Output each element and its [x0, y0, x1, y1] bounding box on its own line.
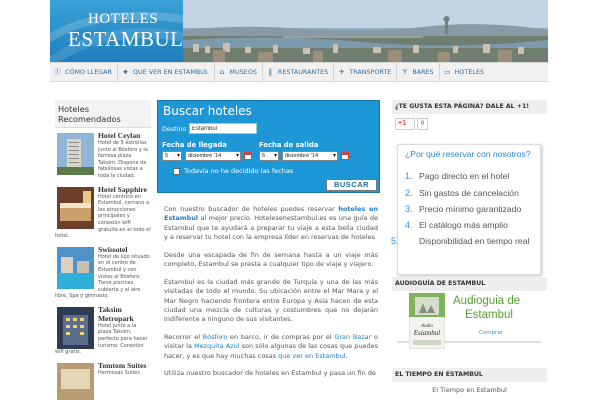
nav-item-label: Museos [229, 68, 257, 76]
why-item-number: 1. [405, 171, 413, 181]
recommended-hotels-title: Hoteles Recomendados [55, 100, 151, 128]
why-item-number: 3. [405, 204, 413, 214]
audioguide-widget[interactable]: Audio Estambul Audioguia de Estambul Com… [397, 289, 541, 367]
nav-item-que-ver[interactable]: ★ Que ver en Estambul [118, 63, 215, 81]
site-logo[interactable]: HOTELES ESTAMBUL [50, 0, 183, 62]
hotel-taksim-metropark-image [57, 306, 94, 349]
plane-icon: ✈ [338, 67, 345, 76]
museum-icon: ⌂ [219, 67, 225, 76]
why-item-number: 5. [391, 236, 399, 246]
llegada-label: Fecha de llegada [162, 141, 227, 149]
why-item: 4. El catálogo más amplio [405, 220, 508, 230]
hotel-swissotel-image [57, 246, 94, 289]
header-city-photo [183, 0, 548, 62]
logo-line2: ESTAMBUL [68, 27, 184, 51]
calendar-icon[interactable] [244, 152, 252, 160]
paragraph: Desde una escapada de fin de semana hast… [164, 250, 378, 269]
hotel-card[interactable]: Hotel Ceylan Hotel de 5 estrellas junto … [55, 128, 151, 182]
why-item-text: Precio mínimo garantizado [419, 204, 522, 214]
no-dates-label: Todavía no he decidido las fechas [184, 167, 294, 175]
star-icon: ★ [122, 67, 129, 76]
weather-link[interactable]: El Tiempo en Estambul [392, 386, 547, 394]
nav-item-label: Transporte [349, 68, 392, 76]
hotel-card[interactable]: Hotel Sapphire Hotel céntrico en Estambu… [55, 182, 151, 242]
why-book-box: ¿Por qué reservar con nosotros? 1. Pago d… [391, 144, 541, 275]
why-item-number: 4. [405, 220, 413, 230]
info-icon: ⓘ [54, 67, 61, 76]
gplus-count: 0 [417, 118, 428, 130]
text-span: Con nuestro buscador de hoteles puedes r… [164, 205, 339, 213]
no-dates-checkbox[interactable] [173, 168, 180, 175]
nav-item-label: Bares [412, 68, 434, 76]
bed-icon: ▭ [443, 67, 451, 76]
hotel-card[interactable]: Taksim Metropark Hotel junto a la plaza … [55, 302, 151, 358]
audioguide-cover-image: Audio Estambul [409, 293, 445, 349]
salida-month-select[interactable]: diciembre '14 [282, 151, 338, 161]
hotel-tomtom-suites-image [57, 362, 94, 400]
calendar-icon[interactable] [341, 152, 349, 160]
nav-item-label: Que ver en Estambul [133, 68, 209, 76]
nav-item-label: Cómo llegar [65, 68, 112, 76]
why-book-title: ¿Por qué reservar con nosotros? [405, 149, 531, 159]
cover-title-line2: Estambul [413, 329, 441, 337]
why-item: 2. Sin gastos de cancelación [405, 188, 519, 198]
search-button[interactable]: BUSCAR [326, 179, 377, 191]
paragraph: Recorrer el Bósforo en barco, ir de comp… [164, 333, 378, 361]
hotel-card[interactable]: Swissotel Hotel de lujo situado en el ce… [55, 242, 151, 302]
paragraph: Estambul es la ciudad más grande de Turq… [164, 277, 378, 324]
bosforo-link[interactable]: Bósforo [203, 333, 228, 341]
text-span: en barco, ir de compras por el [227, 333, 335, 342]
why-item: 3. Precio mínimo garantizado [405, 204, 521, 214]
why-item-text: Pago directo en el hotel [419, 171, 510, 181]
nav-item-hoteles[interactable]: ▭ Hoteles [440, 63, 489, 81]
city-skyline-image [183, 0, 548, 62]
text-span: Recorrer el [164, 333, 203, 342]
destino-input[interactable] [189, 123, 257, 134]
why-item-number: 2. [405, 188, 413, 198]
nav-item-como-llegar[interactable]: ⓘ Cómo llegar [50, 63, 118, 81]
nav-item-restaurantes[interactable]: ‖ Restaurantes [263, 63, 335, 81]
comprar-link[interactable]: Comprar [479, 330, 503, 336]
google-plus-button[interactable]: +1 [395, 118, 415, 130]
why-item-text: Sin gastos de cancelación [419, 188, 519, 198]
gran-bazar-link[interactable]: Gran Bazar [334, 333, 371, 341]
recommended-hotels: Hoteles Recomendados Hotel Ceylan Hotel … [55, 100, 151, 400]
why-item-text: Disponibilidad en tiempo real [419, 236, 530, 246]
nav-item-label: Restaurantes [277, 68, 329, 76]
llegada-day-select[interactable]: 5 [162, 151, 182, 161]
mezquita-azul-link[interactable]: Mezquita Azul [194, 342, 239, 350]
nav-item-bares[interactable]: Y Bares [397, 63, 440, 81]
destino-label: Destino [162, 125, 187, 133]
audioguide-title-line2: Estambul [465, 309, 513, 321]
main-content: Con nuestro buscador de hoteles puedes r… [164, 205, 378, 387]
weather-widget-title: El tiempo en Estambul [392, 368, 547, 382]
hotel-ceylan-image [57, 133, 94, 175]
main-nav: ⓘ Cómo llegar ★ Que ver en Estambul ⌂ Mu… [50, 62, 548, 82]
site-header: HOTELES ESTAMBUL [50, 0, 548, 62]
nav-item-transporte[interactable]: ✈ Transporte [334, 63, 398, 81]
audioguide-title-line1: Audioguia de [453, 295, 521, 307]
nav-item-museos[interactable]: ⌂ Museos [215, 63, 263, 81]
text-span: . [345, 351, 348, 360]
search-title: Buscar hoteles [163, 104, 252, 118]
glass-icon: Y [402, 67, 407, 76]
llegada-month-select[interactable]: diciembre '14 [185, 151, 241, 161]
salida-label: Fecha de salida [259, 141, 319, 149]
fork-knife-icon: ‖ [268, 67, 273, 76]
hotel-search-box: Buscar hoteles Destino Fecha de llegada … [157, 100, 380, 193]
why-item-text: El catálogo más amplio [419, 220, 508, 230]
why-item: 5. Disponibilidad en tiempo real [391, 236, 537, 246]
intro-paragraph: Con nuestro buscador de hoteles puedes r… [164, 205, 378, 243]
logo-line1: HOTELES [88, 11, 159, 27]
gplus-label: +1 [398, 120, 406, 127]
hotel-card[interactable]: Tomtom Suites Hermosas Suites [55, 358, 151, 400]
why-item: 1. Pago directo en el hotel [405, 171, 509, 181]
right-sidebar: ¿Te gusta esta página? Dale al +1! +1 0 … [391, 100, 547, 394]
like-widget-title: ¿Te gusta esta página? Dale al +1! [392, 100, 547, 114]
que-ver-link[interactable]: que ver en Estambul [278, 352, 346, 360]
nav-item-label: Hoteles [454, 68, 485, 76]
paragraph: Utiliza nuestro buscador de hoteles en E… [164, 369, 376, 378]
hotel-sapphire-image [57, 186, 94, 229]
salida-day-select[interactable]: 6 [259, 151, 279, 161]
